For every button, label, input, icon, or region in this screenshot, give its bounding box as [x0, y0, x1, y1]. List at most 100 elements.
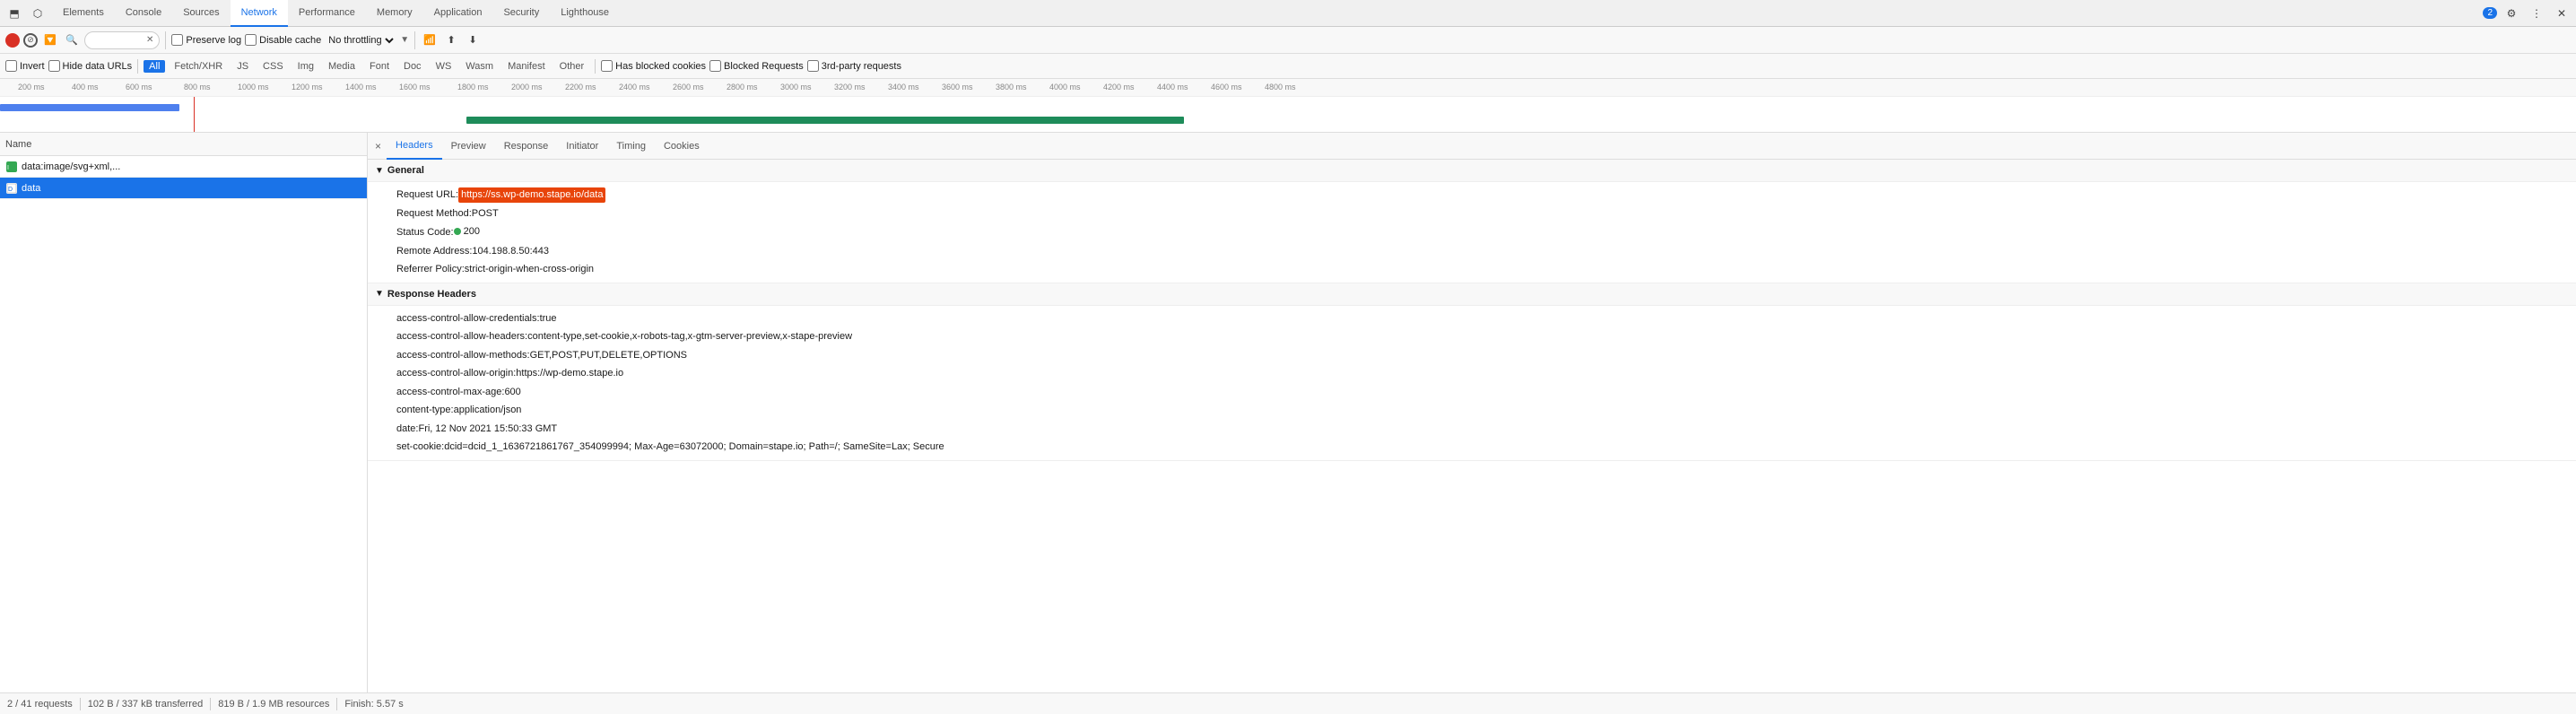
rh-row-0: access-control-allow-credentials: true — [368, 309, 2576, 328]
filter-manifest[interactable]: Manifest — [502, 60, 551, 73]
tab-network[interactable]: Network — [231, 0, 288, 27]
has-blocked-cookies-checkbox[interactable] — [601, 60, 613, 72]
filter-img[interactable]: Img — [292, 60, 319, 73]
hide-data-urls-checkbox[interactable] — [48, 60, 60, 72]
right-panel: × Headers Preview Response Initiator Tim… — [368, 133, 2576, 714]
filter-css[interactable]: CSS — [257, 60, 289, 73]
rh-value-7: dcid=dcid_1_1636721861767_354099994; Max… — [444, 440, 944, 455]
tab-headers[interactable]: Headers — [387, 133, 442, 160]
export-icon[interactable]: ⬇ — [464, 31, 482, 49]
tick-3000: 3000 ms — [780, 83, 812, 91]
request-url-row: Request URL: https://ss.wp-demo.stape.io… — [368, 186, 2576, 205]
search-input[interactable]: data — [91, 35, 144, 46]
tab-bar: ⬒ ⬡ Elements Console Sources Network Per… — [0, 0, 2576, 27]
preserve-log-label[interactable]: Preserve log — [171, 34, 241, 46]
rh-row-3: access-control-allow-origin: https://wp-… — [368, 364, 2576, 383]
search-icon[interactable]: 🔍 — [63, 31, 81, 49]
rh-name-0: access-control-allow-credentials: — [396, 311, 540, 327]
third-party-checkbox[interactable] — [807, 60, 819, 72]
tab-lighthouse[interactable]: Lighthouse — [550, 0, 620, 27]
hide-data-urls-label[interactable]: Hide data URLs — [48, 60, 133, 72]
request-url-value[interactable]: https://ss.wp-demo.stape.io/data — [458, 187, 605, 203]
more-icon[interactable]: ⋮ — [2526, 3, 2547, 24]
timeline-cursor — [194, 97, 195, 133]
search-clear-button[interactable]: ✕ — [146, 35, 153, 45]
rh-row-2: access-control-allow-methods: GET,POST,P… — [368, 346, 2576, 365]
inspect-icon[interactable]: ⬡ — [27, 3, 48, 24]
tab-sources[interactable]: Sources — [172, 0, 230, 27]
disable-cache-label[interactable]: Disable cache — [245, 34, 321, 46]
status-dot — [454, 228, 461, 235]
list-item[interactable]: I data:image/svg+xml,... — [0, 156, 367, 178]
rh-row-6: date: Fri, 12 Nov 2021 15:50:33 GMT — [368, 420, 2576, 439]
tab-cookies[interactable]: Cookies — [655, 133, 709, 160]
tab-application[interactable]: Application — [423, 0, 493, 27]
rh-name-3: access-control-allow-origin: — [396, 366, 516, 381]
status-code-row: Status Code: 200 — [368, 222, 2576, 242]
filter-other[interactable]: Other — [554, 60, 590, 73]
invert-label[interactable]: Invert — [5, 60, 45, 72]
tab-preview[interactable]: Preview — [442, 133, 495, 160]
status-code-value: 200 — [454, 224, 480, 239]
request-method-row: Request Method: POST — [368, 205, 2576, 223]
wifi-icon[interactable]: 📶 — [421, 31, 439, 49]
general-arrow: ▼ — [375, 166, 384, 176]
tab-security[interactable]: Security — [492, 0, 550, 27]
general-section-header[interactable]: ▼ General — [368, 160, 2576, 182]
tab-performance[interactable]: Performance — [288, 0, 366, 27]
blocked-requests-label[interactable]: Blocked Requests — [709, 60, 804, 72]
filter-wasm[interactable]: Wasm — [460, 60, 499, 73]
tick-200: 200 ms — [18, 83, 45, 91]
filter-js[interactable]: JS — [231, 60, 254, 73]
tick-800: 800 ms — [184, 83, 211, 91]
close-icon[interactable]: ✕ — [2551, 3, 2572, 24]
devtools-icons: ⬒ ⬡ — [4, 3, 48, 24]
record-button[interactable] — [5, 33, 20, 48]
invert-checkbox[interactable] — [5, 60, 17, 72]
filter-font[interactable]: Font — [364, 60, 395, 73]
clear-button[interactable]: ⊘ — [23, 33, 38, 48]
tick-4400: 4400 ms — [1157, 83, 1188, 91]
response-headers-section-header[interactable]: ▼ Response Headers — [368, 283, 2576, 306]
preserve-log-checkbox[interactable] — [171, 34, 183, 46]
tab-console[interactable]: Console — [115, 0, 172, 27]
toolbar-separator-1 — [165, 31, 166, 49]
tab-initiator[interactable]: Initiator — [557, 133, 607, 160]
request-method-value: POST — [472, 206, 499, 222]
rh-value-1: content-type,set-cookie,x-robots-tag,x-g… — [527, 329, 852, 344]
filter-all[interactable]: All — [144, 60, 165, 73]
filter-doc[interactable]: Doc — [398, 60, 427, 73]
disable-cache-checkbox[interactable] — [245, 34, 257, 46]
filter-ws[interactable]: WS — [431, 60, 457, 73]
rh-row-4: access-control-max-age: 600 — [368, 383, 2576, 402]
throttle-select[interactable]: No throttling Fast 3G Slow 3G — [325, 34, 396, 47]
has-blocked-cookies-label[interactable]: Has blocked cookies — [601, 60, 706, 72]
throttle-arrow: ▼ — [400, 35, 409, 45]
tab-response[interactable]: Response — [495, 133, 558, 160]
filter-icon[interactable]: 🔽 — [41, 31, 59, 49]
tab-elements[interactable]: Elements — [52, 0, 115, 27]
tab-timing[interactable]: Timing — [607, 133, 655, 160]
right-tabs: × Headers Preview Response Initiator Tim… — [368, 133, 2576, 160]
request-url-label: Request URL: — [396, 187, 458, 203]
blocked-requests-checkbox[interactable] — [709, 60, 721, 72]
rh-value-2: GET,POST,PUT,DELETE,OPTIONS — [530, 348, 687, 363]
tab-memory[interactable]: Memory — [366, 0, 423, 27]
filter-bar: Invert Hide data URLs All Fetch/XHR JS C… — [0, 54, 2576, 79]
third-party-label[interactable]: 3rd-party requests — [807, 60, 901, 72]
filter-media[interactable]: Media — [323, 60, 361, 73]
transferred-size: 102 B / 337 kB transferred — [88, 699, 203, 710]
close-panel-button[interactable]: × — [373, 138, 383, 154]
timeline-bar-1 — [0, 104, 179, 111]
settings-icon[interactable]: ⚙ — [2501, 3, 2522, 24]
tick-4800: 4800 ms — [1265, 83, 1296, 91]
filter-xhr[interactable]: Fetch/XHR — [169, 60, 228, 73]
rh-name-4: access-control-max-age: — [396, 385, 504, 400]
tick-1800: 1800 ms — [457, 83, 489, 91]
dock-icon[interactable]: ⬒ — [4, 3, 25, 24]
status-sep-2 — [210, 698, 211, 710]
list-item-selected[interactable]: D data — [0, 178, 367, 199]
import-icon[interactable]: ⬆ — [442, 31, 460, 49]
img-icon: I — [5, 161, 18, 173]
referrer-policy-row: Referrer Policy: strict-origin-when-cros… — [368, 260, 2576, 279]
